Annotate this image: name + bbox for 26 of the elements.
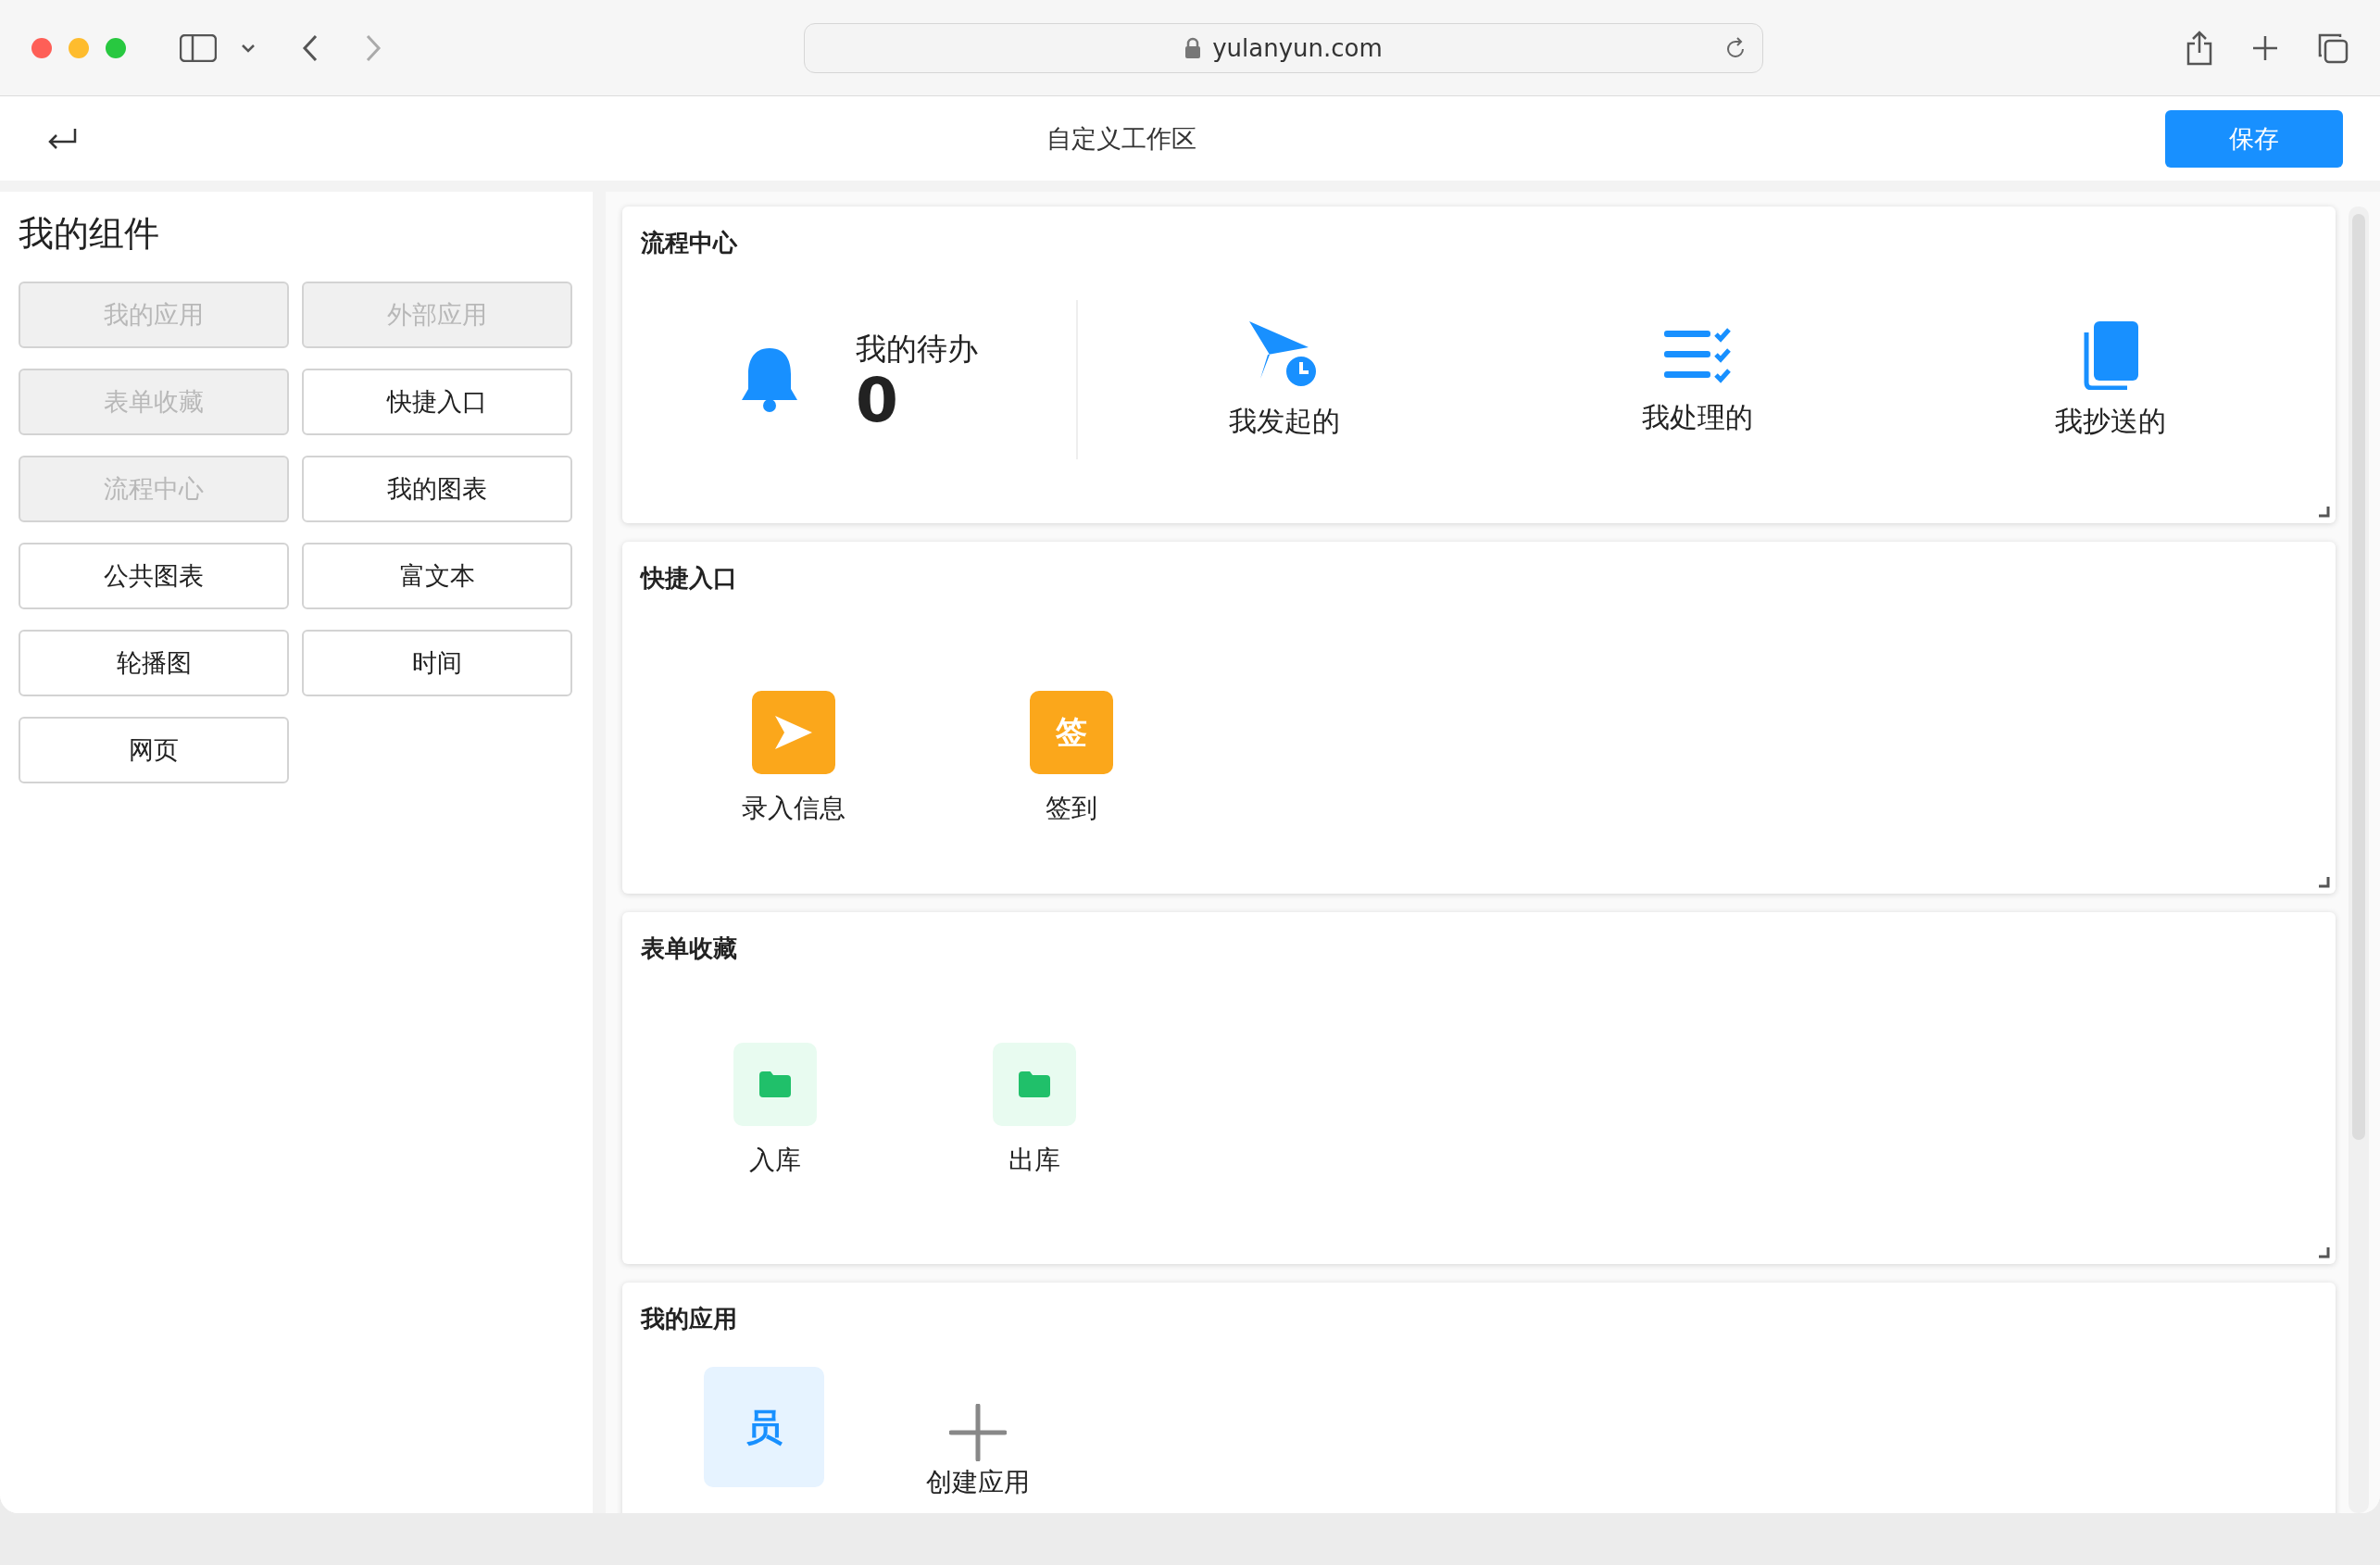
process-label[interactable]: 我处理的 — [1642, 398, 1753, 437]
component-button[interactable]: 我的图表 — [302, 456, 572, 522]
card-title: 我的应用 — [641, 1304, 738, 1334]
create-app-label[interactable]: 创建应用 — [926, 1465, 1030, 1500]
panel-title: 我的组件 — [19, 212, 160, 256]
process-label[interactable]: 我抄送的 — [2055, 402, 2166, 441]
tile-glyph: 签 — [1056, 712, 1087, 752]
process-label[interactable]: 我发起的 — [1229, 402, 1340, 441]
shortcut-label: 签到 — [1046, 792, 1097, 825]
card-title: 流程中心 — [641, 228, 739, 258]
component-button[interactable]: 时间 — [302, 630, 572, 696]
card-title: 表单收藏 — [641, 933, 738, 964]
todo-count: 0 — [856, 369, 899, 432]
page-title: 自定义工作区 — [1046, 122, 1196, 155]
component-button[interactable]: 富文本 — [302, 543, 572, 609]
card-title: 快捷入口 — [641, 563, 738, 594]
component-button[interactable]: 轮播图 — [19, 630, 289, 696]
component-button[interactable]: 快捷入口 — [302, 369, 572, 435]
form-label: 入库 — [749, 1144, 801, 1177]
component-button[interactable]: 网页 — [19, 717, 289, 783]
form-label: 出库 — [1008, 1144, 1060, 1177]
shortcut-label: 录入信息 — [742, 792, 846, 825]
component-button[interactable]: 公共图表 — [19, 543, 289, 609]
address-bar[interactable]: yulanyun.com — [804, 22, 1763, 73]
todo-label: 我的待办 — [856, 329, 978, 369]
tile-glyph: 员 — [745, 1404, 783, 1450]
